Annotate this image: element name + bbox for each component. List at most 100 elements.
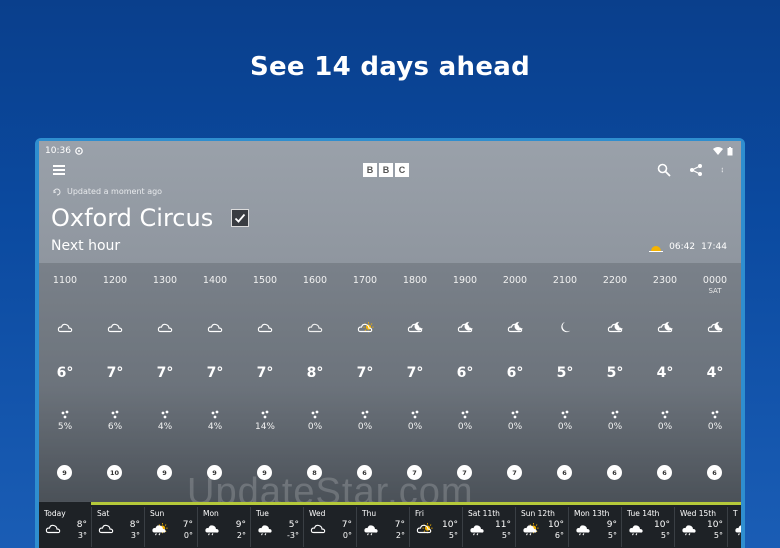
hour-label: 1100: [52, 275, 78, 286]
sun-rain-icon: [152, 523, 168, 536]
sun-cloud-icon: [416, 523, 433, 534]
day-tab[interactable]: Sat 11th 11° 5°: [464, 507, 516, 547]
hour-label: 2300: [652, 275, 678, 286]
day-tab[interactable]: Sat 8° 3°: [93, 507, 145, 547]
hour-temperature: 6°: [56, 365, 74, 381]
wifi-icon: [713, 147, 723, 155]
sunrise-icon: [649, 246, 664, 252]
favourite-checkbox[interactable]: [231, 209, 250, 227]
rain-icon: [364, 525, 378, 536]
moon-icon: [561, 321, 571, 333]
day-tab[interactable]: Wed 15th 10° 5°: [676, 507, 728, 547]
bbc-logo: B B C: [363, 163, 409, 177]
hour-label: 2000: [502, 275, 528, 286]
day-tab[interactable]: Today 8° 3°: [40, 507, 92, 547]
day-name: Thu: [362, 509, 377, 518]
wind-speed: 6: [707, 465, 722, 480]
raindrops-icon: [411, 410, 419, 419]
hourly-forecast[interactable]: 1100 6° 5% 9 1200 7° 6% 10 1300 7° 4% 9 1400 7° 4% 9 150…: [39, 263, 741, 501]
search-icon[interactable]: [657, 163, 671, 177]
hour-temperature: 6°: [456, 365, 474, 381]
rain-chance: 5%: [57, 422, 73, 432]
day-tab[interactable]: Wed 7° 0°: [305, 507, 357, 547]
rain-chance: 4%: [207, 422, 223, 432]
day-tab[interactable]: T: [729, 507, 741, 547]
moon-cloud-icon: [407, 321, 423, 333]
cloud-icon: [107, 323, 123, 333]
hour-temperature: 7°: [156, 365, 174, 381]
menu-icon[interactable]: [53, 165, 65, 175]
day-high-temp: 10°: [707, 520, 723, 530]
day-low-temp: 2°: [236, 531, 246, 540]
hour-label: 1200: [102, 275, 128, 286]
day-high-temp: 9°: [235, 520, 246, 530]
day-high-temp: 8°: [129, 520, 140, 530]
day-name: T: [733, 509, 738, 518]
day-name: Mon 13th: [574, 509, 610, 518]
app-screen: 10:36 B B C Updated a moment ago Oxford …: [39, 141, 741, 548]
logo-letter: B: [363, 163, 377, 177]
day-tab[interactable]: Sun 7° 0°: [146, 507, 198, 547]
daily-forecast-strip[interactable]: Today 8° 3° Sat 8° 3° Sun 7° 0° Mon 9° 2° Tue 5° -3° We…: [39, 502, 741, 548]
raindrops-icon: [561, 410, 569, 419]
updated-text: Updated a moment ago: [67, 187, 163, 196]
refresh-icon[interactable]: [53, 188, 61, 196]
more-options-icon[interactable]: [721, 163, 727, 177]
day-low-temp: 5°: [501, 531, 511, 540]
day-tab[interactable]: Tue 14th 10° 5°: [623, 507, 675, 547]
day-name: Fri: [415, 509, 424, 518]
day-tab[interactable]: Tue 5° -3°: [252, 507, 304, 547]
rain-chance: 0%: [707, 422, 723, 432]
day-tab[interactable]: Sun 12th 10° 6°: [517, 507, 569, 547]
day-tab[interactable]: Mon 13th 9° 5°: [570, 507, 622, 547]
day-tab[interactable]: Mon 9° 2°: [199, 507, 251, 547]
raindrops-icon: [261, 410, 269, 419]
next-hour-label: Next hour: [51, 238, 121, 254]
cloud-icon: [257, 323, 273, 333]
hour-temperature: 8°: [306, 365, 324, 381]
raindrops-icon: [211, 410, 219, 419]
day-name: Wed: [309, 509, 326, 518]
day-low-temp: 5°: [607, 531, 617, 540]
share-icon[interactable]: [689, 163, 703, 177]
day-name: Wed 15th: [680, 509, 716, 518]
day-low-temp: 3°: [77, 531, 87, 540]
hour-label: 0000: [702, 275, 728, 286]
cloud-icon: [98, 524, 114, 534]
rain-chance: 0%: [557, 422, 573, 432]
hour-label: 1800: [402, 275, 428, 286]
day-high-temp: 10°: [654, 520, 670, 530]
rain-chance: 14%: [254, 422, 275, 432]
day-tab[interactable]: Fri 10° 5°: [411, 507, 463, 547]
cloud-icon: [45, 524, 61, 534]
logo-letter: B: [379, 163, 393, 177]
rain-icon: [205, 525, 219, 536]
rain-chance: 0%: [307, 422, 323, 432]
rain-chance: 0%: [357, 422, 373, 432]
rain-icon: [629, 525, 643, 536]
rain-icon: [682, 525, 696, 536]
sunset-time: 17:44: [701, 242, 727, 252]
hour-temperature: 7°: [106, 365, 124, 381]
cloud-icon: [310, 524, 326, 534]
day-high-temp: 11°: [495, 520, 511, 530]
rain-chance: 0%: [407, 422, 423, 432]
day-high-temp: 8°: [76, 520, 87, 530]
moon-cloud-icon: [507, 321, 523, 333]
day-tab[interactable]: Thu 7° 2°: [358, 507, 410, 547]
cloud-icon: [57, 323, 73, 333]
hour-temperature: 6°: [506, 365, 524, 381]
sunrise-time: 06:42: [669, 242, 696, 252]
wind-speed: 6: [657, 465, 672, 480]
wind-speed: 6: [607, 465, 622, 480]
hour-label: 1300: [152, 275, 178, 286]
raindrops-icon: [511, 410, 519, 419]
hour-day-label: SAT: [708, 287, 722, 295]
day-high-temp: 7°: [394, 520, 405, 530]
day-high-temp: 5°: [288, 520, 299, 530]
sun-times: 06:42 17:44: [649, 242, 727, 252]
app-toolbar: B B C: [39, 159, 741, 189]
hour-label: 1500: [252, 275, 278, 286]
day-low-temp: 2°: [395, 531, 405, 540]
update-status: Updated a moment ago: [53, 187, 162, 196]
